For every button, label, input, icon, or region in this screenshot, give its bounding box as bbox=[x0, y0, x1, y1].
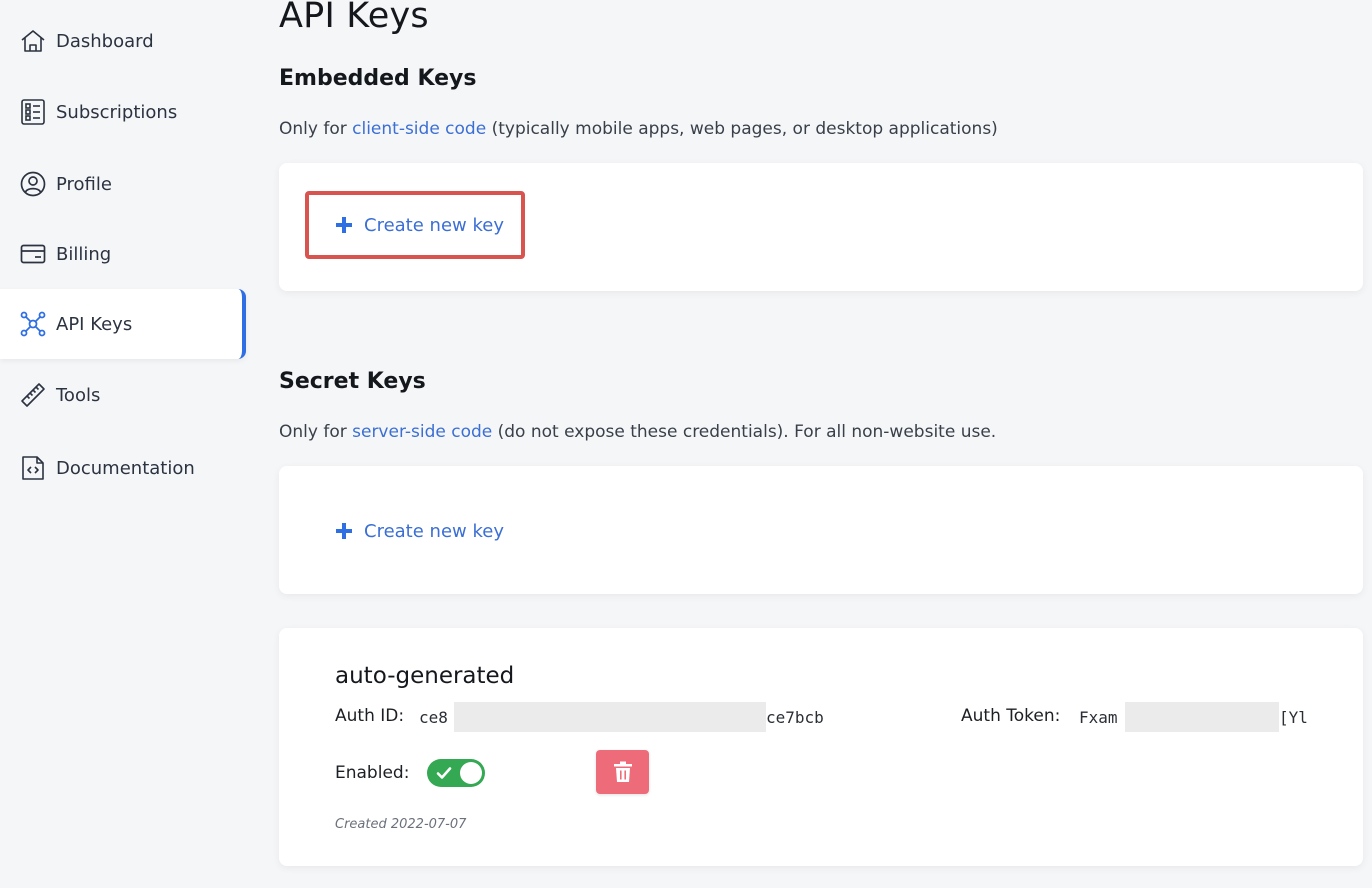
auth-id-start[interactable]: ce8 bbox=[419, 708, 448, 727]
sidebar-item-label: API Keys bbox=[56, 313, 133, 335]
create-key-label: Create new key bbox=[364, 520, 504, 542]
client-side-code-link[interactable]: client-side code bbox=[352, 119, 486, 139]
page-title: API Keys bbox=[279, 0, 429, 36]
embedded-keys-title: Embedded Keys bbox=[279, 66, 477, 91]
app: Dashboard Subscriptions Profile Billing … bbox=[0, 0, 1372, 888]
sidebar-item-label: Dashboard bbox=[56, 30, 154, 52]
home-icon bbox=[19, 27, 47, 55]
sidebar-item-billing[interactable]: Billing bbox=[0, 219, 244, 289]
credit-card-icon bbox=[19, 240, 47, 268]
created-date: Created 2022-07-07 bbox=[335, 817, 467, 832]
sidebar-item-api-keys[interactable]: API Keys bbox=[0, 289, 246, 359]
sidebar-item-profile[interactable]: Profile bbox=[0, 149, 244, 219]
sidebar-item-dashboard[interactable]: Dashboard bbox=[0, 6, 244, 76]
sidebar-item-label: Subscriptions bbox=[56, 101, 178, 123]
plus-icon bbox=[336, 523, 352, 539]
secret-keys-card: Create new key bbox=[279, 466, 1363, 594]
create-embedded-key-button[interactable]: Create new key bbox=[305, 191, 525, 259]
sidebar-item-subscriptions[interactable]: Subscriptions bbox=[0, 77, 244, 147]
secret-keys-title: Secret Keys bbox=[279, 369, 426, 394]
enabled-label: Enabled: bbox=[335, 763, 410, 783]
api-key-card: auto-generated Auth ID: ce8 ce7bcb Auth … bbox=[279, 628, 1363, 866]
sidebar-item-label: Billing bbox=[56, 243, 112, 265]
auth-token-label: Auth Token: bbox=[961, 706, 1061, 726]
sidebar-item-label: Tools bbox=[56, 384, 101, 406]
description-text: Only for bbox=[279, 422, 353, 442]
secret-keys-description: Only for server-side code (do not expose… bbox=[279, 422, 996, 442]
list-icon bbox=[19, 98, 47, 126]
delete-key-button[interactable] bbox=[596, 750, 649, 794]
sidebar-item-tools[interactable]: Tools bbox=[0, 360, 244, 430]
description-text: (typically mobile apps, web pages, or de… bbox=[486, 119, 998, 139]
description-text: Only for bbox=[279, 119, 353, 139]
auth-id-label: Auth ID: bbox=[335, 706, 405, 726]
auth-id-redacted bbox=[454, 702, 766, 732]
auth-token-end[interactable]: [Yl bbox=[1279, 708, 1308, 727]
toggle-knob bbox=[460, 762, 482, 784]
auth-token-redacted bbox=[1125, 702, 1279, 732]
server-side-code-link[interactable]: server-side code bbox=[352, 422, 492, 442]
trash-icon bbox=[613, 761, 632, 782]
auth-id-end[interactable]: ce7bcb bbox=[766, 708, 824, 727]
plus-icon bbox=[336, 217, 352, 233]
user-circle-icon bbox=[19, 170, 47, 198]
sidebar-item-label: Profile bbox=[56, 173, 112, 195]
code-file-icon bbox=[19, 454, 47, 482]
embedded-keys-description: Only for client-side code (typically mob… bbox=[279, 119, 998, 139]
network-icon bbox=[19, 310, 47, 338]
sidebar: Dashboard Subscriptions Profile Billing … bbox=[0, 0, 246, 888]
sidebar-item-label: Documentation bbox=[56, 457, 195, 479]
enabled-toggle[interactable] bbox=[427, 759, 485, 787]
create-key-label: Create new key bbox=[364, 214, 504, 236]
key-name: auto-generated bbox=[335, 663, 515, 689]
description-text: (do not expose these credentials). For a… bbox=[492, 422, 997, 442]
create-secret-key-button[interactable]: Create new key bbox=[335, 519, 504, 543]
ruler-icon bbox=[19, 381, 47, 409]
embedded-keys-card: Create new key bbox=[279, 163, 1363, 291]
auth-token-start[interactable]: Fxam bbox=[1079, 708, 1118, 727]
check-icon bbox=[436, 767, 452, 779]
sidebar-item-documentation[interactable]: Documentation bbox=[0, 433, 244, 503]
